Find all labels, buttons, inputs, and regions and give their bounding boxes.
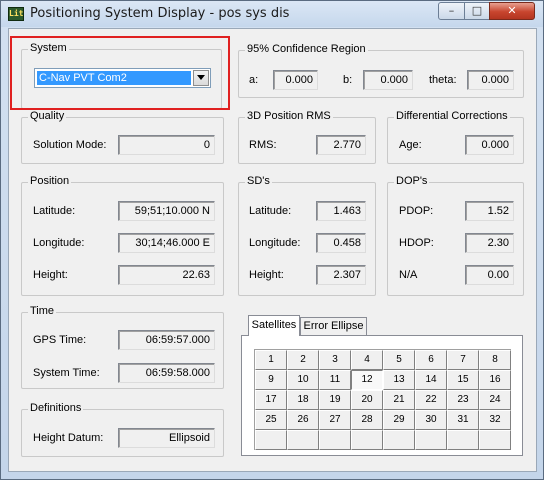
rms-group-label: 3D Position RMS [245,110,333,122]
satellite-cell-empty[interactable] [415,430,447,450]
maximize-button[interactable]: □ [464,2,490,20]
satellite-cell-28[interactable]: 28 [351,410,383,430]
sds-group-label: SD's [245,175,272,187]
b-field: 0.000 [363,70,413,90]
definitions-group-label: Definitions [28,402,84,414]
satellite-cell-30[interactable]: 30 [415,410,447,430]
satellite-cell-10[interactable]: 10 [287,370,319,390]
satellite-cell-3[interactable]: 3 [319,350,351,370]
title-bar[interactable]: Lit Positioning System Display - pos sys… [1,1,543,27]
satellite-cell-18[interactable]: 18 [287,390,319,410]
satellite-cell-31[interactable]: 31 [447,410,479,430]
satellite-cell-24[interactable]: 24 [479,390,511,410]
satellite-cell-5[interactable]: 5 [383,350,415,370]
close-button[interactable]: ✕ [489,2,535,20]
sd-latitude-field: 1.463 [316,201,366,221]
satellite-cell-17[interactable]: 17 [255,390,287,410]
satellite-cell-empty[interactable] [287,430,319,450]
satellite-cell-21[interactable]: 21 [383,390,415,410]
rms-field: 2.770 [316,135,366,155]
satellite-cell-7[interactable]: 7 [447,350,479,370]
tab-satellites[interactable]: Satellites [248,315,300,336]
satellite-cell-6[interactable]: 6 [415,350,447,370]
latitude-label: Latitude: [33,205,76,217]
satellite-cell-19[interactable]: 19 [319,390,351,410]
time-group-label: Time [28,305,57,317]
satellite-cell-empty[interactable] [319,430,351,450]
satellite-cell-14[interactable]: 14 [415,370,447,390]
sd-height-label: Height: [249,269,284,281]
satellite-cell-26[interactable]: 26 [287,410,319,430]
minimize-button[interactable]: – [438,2,465,20]
longitude-label: Longitude: [33,237,85,249]
satellite-cell-20[interactable]: 20 [351,390,383,410]
satellite-cell-16[interactable]: 16 [479,370,511,390]
satellite-cell-empty[interactable] [255,430,287,450]
satellite-cell-12[interactable]: 12 [351,370,383,390]
satellite-cell-empty[interactable] [383,430,415,450]
satellite-cell-13[interactable]: 13 [383,370,415,390]
satellite-cell-empty[interactable] [479,430,511,450]
satellite-cell-empty[interactable] [351,430,383,450]
sd-longitude-field: 0.458 [316,233,366,253]
height-datum-field: Ellipsoid [118,428,215,448]
satellites-panel: 1 2 3 4 5 6 7 8 9 10 11 12 13 14 15 16 17 18 19 20 21 22 23 24 2… [241,335,523,456]
satellite-cell-2[interactable]: 2 [287,350,319,370]
quality-group-label: Quality [28,110,67,122]
maximize-icon: □ [471,4,483,17]
dops-group-label: DOP's [394,175,430,187]
satellite-cell-25[interactable]: 25 [255,410,287,430]
hdop-field: 2.30 [465,233,514,253]
age-label: Age: [399,139,422,151]
satellite-cell-27[interactable]: 27 [319,410,351,430]
satellite-grid: 1 2 3 4 5 6 7 8 9 10 11 12 13 14 15 16 17 18 19 20 21 22 23 24 2… [254,349,511,450]
b-label: b: [343,74,353,86]
system-time-field: 06:59:58.000 [118,363,215,383]
satellite-cell-23[interactable]: 23 [447,390,479,410]
gps-time-field: 06:59:57.000 [118,330,215,350]
satellite-cell-4[interactable]: 4 [351,350,383,370]
gps-time-label: GPS Time: [33,334,87,346]
app-icon[interactable]: Lit [8,7,24,21]
system-time-label: System Time: [33,367,100,379]
pdop-field: 1.52 [465,201,514,221]
na-field: 0.00 [465,265,514,285]
theta-field: 0.000 [467,70,514,90]
window-title: Positioning System Display - pos sys dis [30,6,290,21]
na-label: N/A [399,269,418,281]
satellite-cell-empty[interactable] [447,430,479,450]
a-label: a: [249,74,259,86]
satellite-cell-9[interactable]: 9 [255,370,287,390]
hdop-label: HDOP: [399,237,434,249]
pdop-label: PDOP: [399,205,434,217]
solution-mode-field: 0 [118,135,215,155]
confidence-group-label: 95% Confidence Region [245,43,368,55]
age-field: 0.000 [465,135,514,155]
sd-latitude-label: Latitude: [249,205,292,217]
a-field: 0.000 [273,70,318,90]
close-icon: ✕ [507,4,517,17]
tab-error-ellipse[interactable]: Error Ellipse [300,317,367,335]
height-datum-label: Height Datum: [33,432,104,444]
satellite-cell-29[interactable]: 29 [383,410,415,430]
height-label: Height: [33,269,68,281]
highlight-box [10,36,230,110]
satellite-cell-11[interactable]: 11 [319,370,351,390]
solution-mode-label: Solution Mode: [33,139,107,151]
satellite-cell-15[interactable]: 15 [447,370,479,390]
satellite-cell-32[interactable]: 32 [479,410,511,430]
satellite-cell-22[interactable]: 22 [415,390,447,410]
satellite-cell-8[interactable]: 8 [479,350,511,370]
differential-group-label: Differential Corrections [394,110,510,122]
longitude-field: 30;14;46.000 E [118,233,215,253]
minimize-icon: – [448,4,455,17]
rms-label: RMS: [249,139,277,151]
height-field: 22.63 [118,265,215,285]
theta-label: theta: [429,74,457,86]
latitude-field: 59;51;10.000 N [118,201,215,221]
position-group-label: Position [28,175,72,187]
sd-longitude-label: Longitude: [249,237,301,249]
sd-height-field: 2.307 [316,265,366,285]
satellite-cell-1[interactable]: 1 [255,350,287,370]
